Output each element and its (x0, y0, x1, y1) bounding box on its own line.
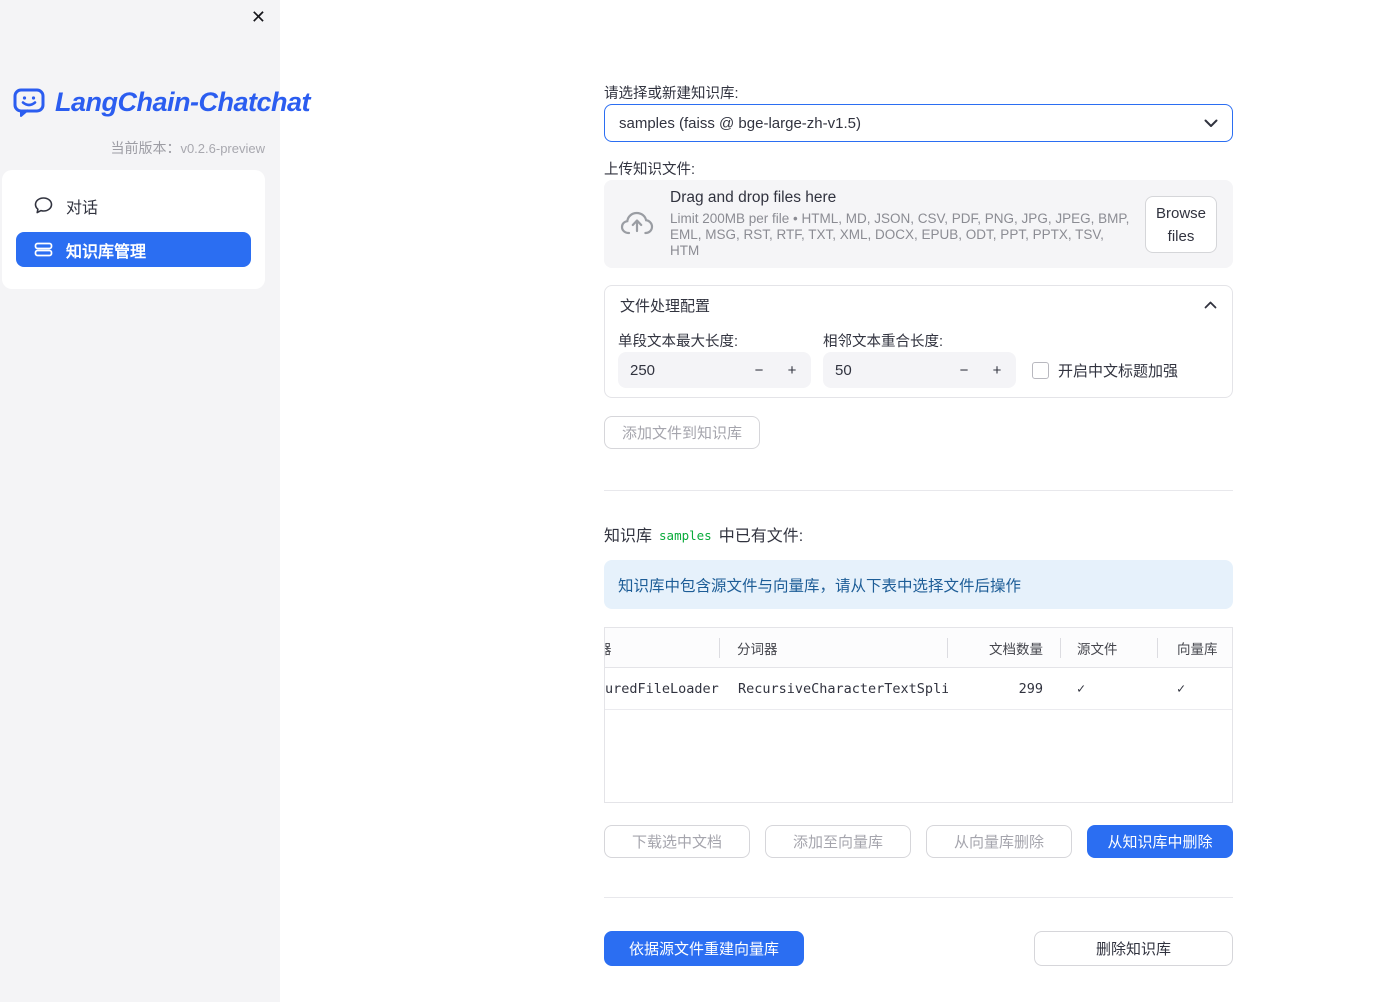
cell-splitter: RecursiveCharacterTextSplitter (738, 680, 948, 697)
close-icon[interactable]: ✕ (251, 6, 266, 28)
table-row[interactable]: uredFileLoader RecursiveCharacterTextSpl… (605, 668, 1232, 710)
table-header-source: 源文件 (1061, 628, 1158, 667)
overlap-size-value: 50 (835, 361, 852, 379)
chatchat-logo-icon (12, 85, 46, 119)
delete-kb-button[interactable]: 删除知识库 (1034, 931, 1233, 966)
sidebar: ✕ LangChain-Chatchat 当前版本：v0.2.6-preview… (0, 0, 311, 1002)
zh-title-checkbox[interactable] (1032, 362, 1049, 379)
file-config-title: 文件处理配置 (620, 297, 711, 315)
version-label: 当前版本： (110, 140, 181, 156)
sidebar-item-dialogue[interactable]: 对话 (16, 188, 251, 223)
cloud-upload-icon (620, 209, 654, 239)
chevron-up-icon (1204, 301, 1217, 309)
delete-from-kb-button[interactable]: 从知识库中删除 (1087, 825, 1233, 858)
cell-vector-check: ✓ (1177, 680, 1186, 697)
overlap-size-label: 相邻文本重合长度: (823, 334, 944, 350)
kb-stack-icon (33, 240, 53, 260)
file-dropzone[interactable]: Drag and drop files here Limit 200MB per… (604, 180, 1233, 268)
dropzone-title: Drag and drop files here (670, 189, 837, 206)
plus-icon[interactable]: + (990, 362, 1004, 379)
logo-text: LangChain-Chatchat (55, 86, 311, 117)
remove-from-vector-button[interactable]: 从向量库删除 (926, 825, 1072, 858)
info-banner: 知识库中包含源文件与向量库，请从下表中选择文件后操作 (604, 560, 1233, 609)
dropzone-limit: Limit 200MB per file • HTML, MD, JSON, C… (670, 211, 1130, 258)
download-selected-button[interactable]: 下载选中文档 (604, 825, 750, 858)
file-config-expander-header[interactable]: 文件处理配置 (605, 286, 1232, 324)
add-to-vector-button[interactable]: 添加至向量库 (765, 825, 911, 858)
minus-icon[interactable]: − (752, 362, 766, 379)
chunk-size-label: 单段文本最大长度: (618, 334, 739, 350)
minus-icon[interactable]: − (957, 362, 971, 379)
table-header-splitter: 分词器 (720, 628, 948, 667)
kb-select-value: samples (faiss @ bge-large-zh-v1.5) (619, 114, 861, 132)
file-action-buttons: 下载选中文档 添加至向量库 从向量库删除 从知识库中删除 (604, 825, 1233, 858)
kb-name-code: samples (659, 527, 712, 543)
version-value: v0.2.6-preview (180, 141, 265, 156)
table-header-vector: 向量库 (1177, 641, 1218, 657)
sidebar-menu: 对话 知识库管理 (2, 170, 265, 289)
sidebar-item-kb-management[interactable]: 知识库管理 (16, 232, 251, 267)
table-header-row: 器 分词器 文档数量 源文件 向量库 (605, 628, 1232, 668)
overlap-size-input[interactable]: 50 − + (823, 352, 1016, 388)
kb-select-dropdown[interactable]: samples (faiss @ bge-large-zh-v1.5) (604, 104, 1233, 142)
chevron-down-icon (1204, 119, 1218, 128)
kb-select-label: 请选择或新建知识库: (604, 86, 739, 102)
rebuild-vector-store-button[interactable]: 依据源文件重建向量库 (604, 931, 804, 966)
sidebar-item-label: 知识库管理 (66, 243, 147, 261)
kb-action-buttons: 依据源文件重建向量库 删除知识库 (604, 931, 1233, 966)
browse-files-label-2: files (1167, 227, 1195, 245)
chunk-size-stepper: − + (752, 362, 799, 379)
version-text: 当前版本：v0.2.6-preview (110, 138, 265, 158)
cell-loader: uredFileLoader (605, 680, 719, 697)
logo: LangChain-Chatchat (12, 85, 311, 119)
browse-files-button[interactable]: Browse files (1145, 195, 1217, 253)
info-banner-text: 知识库中包含源文件与向量库，请从下表中选择文件后操作 (618, 577, 1022, 595)
divider (604, 897, 1233, 898)
chunk-size-input[interactable]: 250 − + (618, 352, 811, 388)
browse-files-label-1: Browse (1155, 204, 1207, 222)
cell-doc-count: 299 (1018, 680, 1043, 697)
overlap-size-stepper: − + (957, 362, 1004, 379)
chat-bubble-icon (33, 196, 53, 216)
add-files-button[interactable]: 添加文件到知识库 (604, 416, 761, 449)
kb-files-table[interactable]: 器 分词器 文档数量 源文件 向量库 uredFileLoader Recurs… (604, 627, 1233, 803)
kb-files-heading: 知识库 samples 中已有文件: (604, 522, 803, 546)
kb-files-prefix: 知识库 (604, 528, 653, 545)
kb-files-suffix: 中已有文件: (718, 528, 804, 545)
cell-source-check: ✓ (1077, 680, 1086, 697)
main-content: 请选择或新建知识库: samples (faiss @ bge-large-zh… (604, 0, 1234, 1002)
upload-label: 上传知识文件: (604, 162, 696, 178)
plus-icon[interactable]: + (785, 362, 799, 379)
zh-title-label: 开启中文标题加强 (1058, 363, 1179, 380)
zh-title-checkbox-group[interactable]: 开启中文标题加强 (1032, 360, 1178, 381)
sidebar-item-label: 对话 (66, 199, 99, 217)
dropzone-text: Drag and drop files here Limit 200MB per… (670, 189, 1132, 259)
chunk-size-value: 250 (630, 361, 656, 379)
file-config-expander: 文件处理配置 单段文本最大长度: 相邻文本重合长度: 250 − + 50 − … (604, 285, 1233, 398)
table-header-doc-count: 文档数量 (948, 628, 1061, 667)
divider (604, 490, 1233, 491)
table-header-loader: 器 (605, 628, 720, 667)
